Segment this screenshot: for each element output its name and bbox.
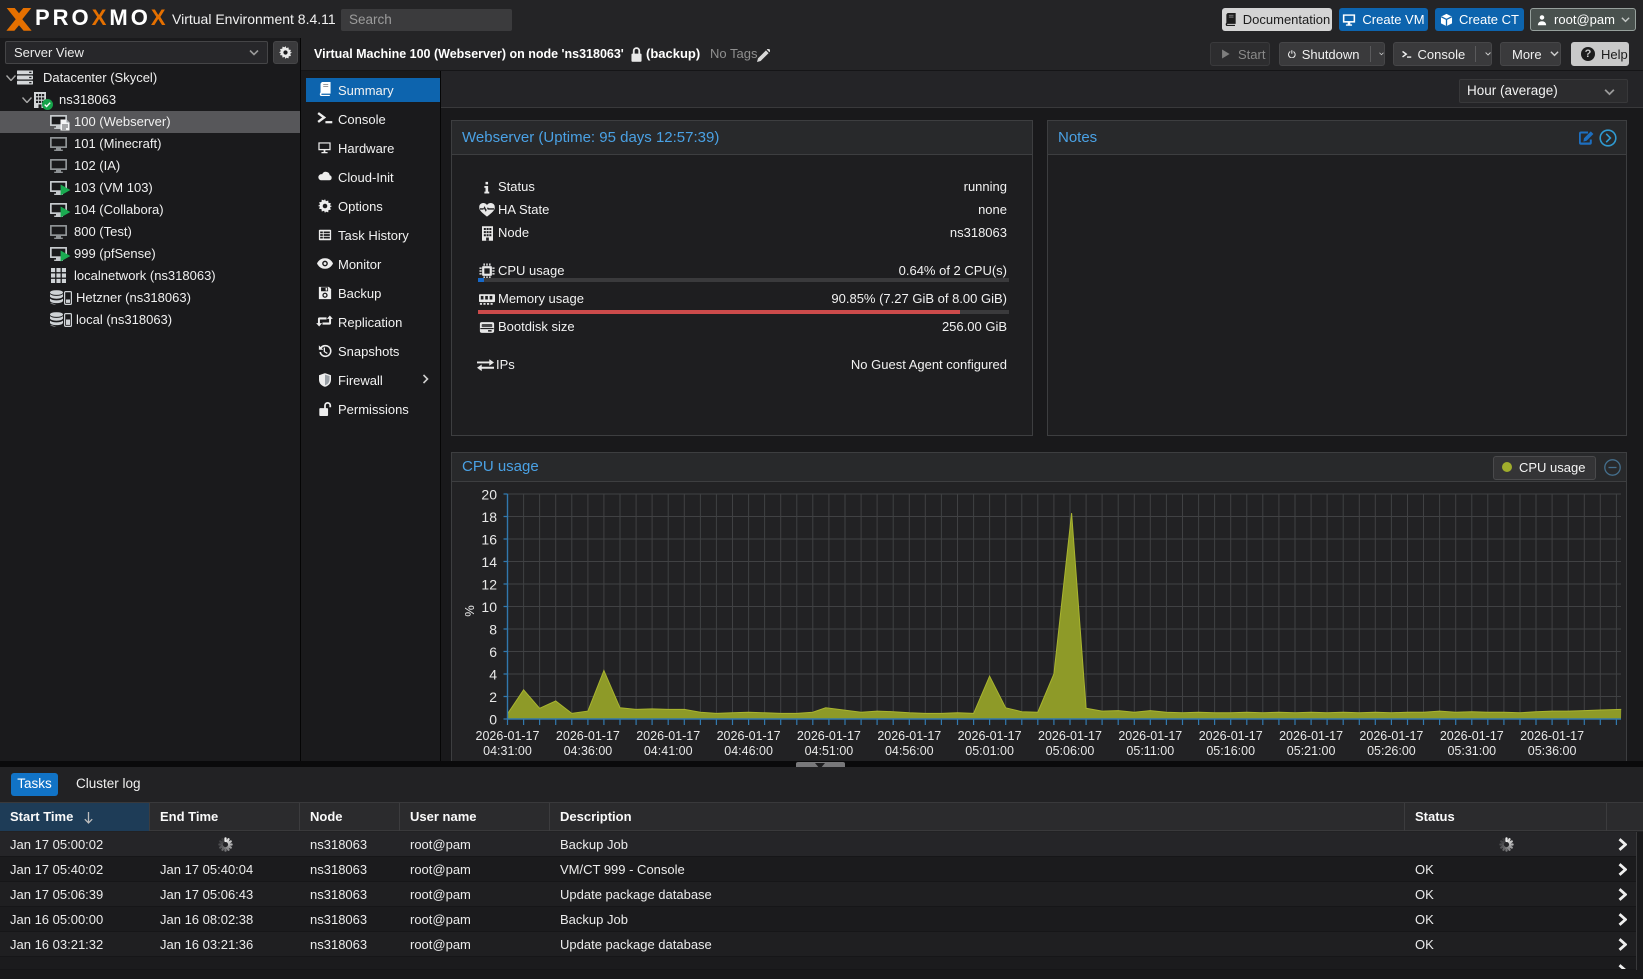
svg-text:04:51:00: 04:51:00 — [805, 744, 854, 758]
svg-text:05:11:00: 05:11:00 — [1126, 744, 1174, 758]
svg-text:2026-01-17: 2026-01-17 — [877, 729, 941, 743]
svg-text:04:46:00: 04:46:00 — [724, 744, 773, 758]
svg-text:2026-01-17: 2026-01-17 — [1038, 729, 1102, 743]
svg-text:8: 8 — [489, 622, 497, 638]
svg-text:05:26:00: 05:26:00 — [1367, 744, 1416, 758]
svg-text:04:41:00: 04:41:00 — [644, 744, 693, 758]
svg-text:2026-01-17: 2026-01-17 — [1279, 729, 1343, 743]
svg-text:12: 12 — [481, 577, 497, 593]
svg-text:2026-01-17: 2026-01-17 — [1118, 729, 1182, 743]
svg-text:6: 6 — [489, 644, 497, 660]
svg-text:2026-01-17: 2026-01-17 — [636, 729, 700, 743]
svg-text:14: 14 — [481, 554, 497, 570]
svg-text:2026-01-17: 2026-01-17 — [797, 729, 861, 743]
svg-text:2026-01-17: 2026-01-17 — [1199, 729, 1263, 743]
svg-text:4: 4 — [489, 667, 497, 683]
svg-text:18: 18 — [481, 509, 497, 525]
svg-text:2026-01-17: 2026-01-17 — [1440, 729, 1504, 743]
svg-text:16: 16 — [481, 532, 497, 548]
svg-text:05:21:00: 05:21:00 — [1287, 744, 1336, 758]
svg-text:05:36:00: 05:36:00 — [1528, 744, 1577, 758]
svg-text:2026-01-17: 2026-01-17 — [1359, 729, 1423, 743]
svg-text:0: 0 — [489, 712, 497, 728]
svg-text:04:36:00: 04:36:00 — [564, 744, 613, 758]
svg-text:10: 10 — [481, 599, 497, 615]
svg-text:%: % — [462, 605, 477, 617]
svg-text:2: 2 — [489, 689, 497, 705]
svg-text:2026-01-17: 2026-01-17 — [556, 729, 620, 743]
svg-text:2026-01-17: 2026-01-17 — [717, 729, 781, 743]
svg-text:05:01:00: 05:01:00 — [965, 744, 1014, 758]
svg-text:20: 20 — [481, 487, 497, 503]
svg-text:05:31:00: 05:31:00 — [1447, 744, 1496, 758]
svg-text:05:16:00: 05:16:00 — [1206, 744, 1255, 758]
svg-text:2026-01-17: 2026-01-17 — [476, 729, 540, 743]
svg-text:2026-01-17: 2026-01-17 — [958, 729, 1022, 743]
svg-text:04:56:00: 04:56:00 — [885, 744, 934, 758]
svg-text:05:06:00: 05:06:00 — [1046, 744, 1095, 758]
svg-text:04:31:00: 04:31:00 — [483, 744, 532, 758]
svg-text:2026-01-17: 2026-01-17 — [1520, 729, 1584, 743]
